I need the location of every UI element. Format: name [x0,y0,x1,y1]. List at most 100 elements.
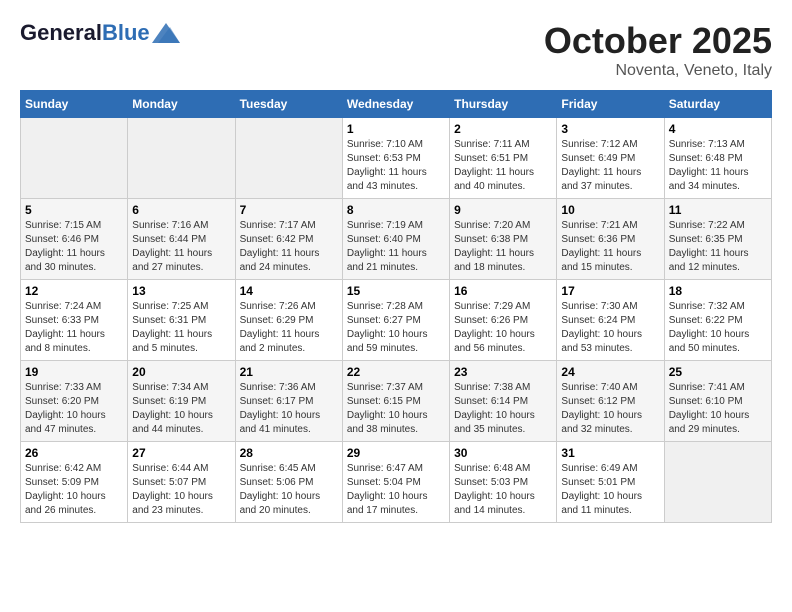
weekday-header: Monday [128,91,235,118]
calendar-cell [235,118,342,199]
day-info: Sunrise: 7:29 AM Sunset: 6:26 PM Dayligh… [454,300,552,356]
calendar-cell: 18Sunrise: 7:32 AM Sunset: 6:22 PM Dayli… [664,280,771,361]
calendar-cell: 26Sunrise: 6:42 AM Sunset: 5:09 PM Dayli… [21,442,128,523]
day-info: Sunrise: 6:45 AM Sunset: 5:06 PM Dayligh… [240,462,338,518]
weekday-header: Saturday [664,91,771,118]
calendar-table: SundayMondayTuesdayWednesdayThursdayFrid… [20,90,772,523]
calendar-cell: 16 Sunrise: 7:29 AM Sunset: 6:26 PM Dayli… [450,280,557,361]
calendar-cell: 2Sunrise: 7:11 AM Sunset: 6:51 PM Daylig… [450,118,557,199]
day-number: 8 [347,203,445,217]
day-info: Sunrise: 7:11 AM Sunset: 6:51 PM Dayligh… [454,138,552,194]
logo-icon [152,23,180,43]
day-info: Sunrise: 7:20 AM Sunset: 6:38 PM Dayligh… [454,219,552,275]
day-number: 10 [561,203,659,217]
calendar-cell: 6 Sunrise: 7:16 AM Sunset: 6:44 PM Daylig… [128,199,235,280]
day-info: Sunrise: 7:37 AM Sunset: 6:15 PM Dayligh… [347,381,445,437]
day-number: 26 [25,446,123,460]
day-number: 11 [669,203,767,217]
day-number: 15 [347,284,445,298]
day-info: Sunrise: 7:28 AM Sunset: 6:27 PM Dayligh… [347,300,445,356]
day-info: Sunrise: 7:25 AM Sunset: 6:31 PM Dayligh… [132,300,230,356]
day-number: 1 [347,122,445,136]
calendar-week-row: 26Sunrise: 6:42 AM Sunset: 5:09 PM Dayli… [21,442,772,523]
calendar-week-row: 1 Sunrise: 7:10 AM Sunset: 6:53 PM Daylig… [21,118,772,199]
day-number: 16 [454,284,552,298]
day-number: 21 [240,365,338,379]
calendar-cell [21,118,128,199]
day-number: 4 [669,122,767,136]
logo-general: General [20,20,102,46]
day-info: Sunrise: 7:17 AM Sunset: 6:42 PM Dayligh… [240,219,338,275]
day-info: Sunrise: 7:34 AM Sunset: 6:19 PM Dayligh… [132,381,230,437]
page-header: General Blue October 2025 Noventa, Venet… [20,20,772,80]
logo: General Blue [20,20,180,46]
calendar-cell [128,118,235,199]
calendar-cell: 13Sunrise: 7:25 AM Sunset: 6:31 PM Dayli… [128,280,235,361]
calendar-cell: 27Sunrise: 6:44 AM Sunset: 5:07 PM Dayli… [128,442,235,523]
day-info: Sunrise: 7:24 AM Sunset: 6:33 PM Dayligh… [25,300,123,356]
weekday-header-row: SundayMondayTuesdayWednesdayThursdayFrid… [21,91,772,118]
day-info: Sunrise: 7:19 AM Sunset: 6:40 PM Dayligh… [347,219,445,275]
calendar-cell: 23 Sunrise: 7:38 AM Sunset: 6:14 PM Dayli… [450,361,557,442]
day-number: 18 [669,284,767,298]
day-info: Sunrise: 7:40 AM Sunset: 6:12 PM Dayligh… [561,381,659,437]
location: Noventa, Veneto, Italy [544,62,772,80]
calendar-cell: 25 Sunrise: 7:41 AM Sunset: 6:10 PM Dayli… [664,361,771,442]
day-number: 17 [561,284,659,298]
calendar-cell: 7 Sunrise: 7:17 AM Sunset: 6:42 PM Daylig… [235,199,342,280]
day-number: 22 [347,365,445,379]
calendar-cell: 1 Sunrise: 7:10 AM Sunset: 6:53 PM Daylig… [342,118,449,199]
calendar-cell: 31Sunrise: 6:49 AM Sunset: 5:01 PM Dayli… [557,442,664,523]
day-info: Sunrise: 7:10 AM Sunset: 6:53 PM Dayligh… [347,138,445,194]
day-number: 24 [561,365,659,379]
calendar-cell: 29 Sunrise: 6:47 AM Sunset: 5:04 PM Dayli… [342,442,449,523]
day-number: 9 [454,203,552,217]
weekday-header: Thursday [450,91,557,118]
calendar-cell: 22 Sunrise: 7:37 AM Sunset: 6:15 PM Dayli… [342,361,449,442]
day-info: Sunrise: 7:15 AM Sunset: 6:46 PM Dayligh… [25,219,123,275]
day-number: 30 [454,446,552,460]
day-info: Sunrise: 7:41 AM Sunset: 6:10 PM Dayligh… [669,381,767,437]
day-info: Sunrise: 7:16 AM Sunset: 6:44 PM Dayligh… [132,219,230,275]
logo-blue: Blue [102,20,150,46]
weekday-header: Friday [557,91,664,118]
day-info: Sunrise: 7:22 AM Sunset: 6:35 PM Dayligh… [669,219,767,275]
calendar-week-row: 12 Sunrise: 7:24 AM Sunset: 6:33 PM Dayli… [21,280,772,361]
calendar-cell: 15 Sunrise: 7:28 AM Sunset: 6:27 PM Dayli… [342,280,449,361]
weekday-header: Sunday [21,91,128,118]
day-info: Sunrise: 7:21 AM Sunset: 6:36 PM Dayligh… [561,219,659,275]
day-number: 23 [454,365,552,379]
calendar-cell: 17 Sunrise: 7:30 AM Sunset: 6:24 PM Dayli… [557,280,664,361]
day-number: 7 [240,203,338,217]
month-title: October 2025 [544,20,772,62]
day-info: Sunrise: 6:47 AM Sunset: 5:04 PM Dayligh… [347,462,445,518]
day-number: 6 [132,203,230,217]
calendar-cell: 12 Sunrise: 7:24 AM Sunset: 6:33 PM Dayli… [21,280,128,361]
calendar-cell [664,442,771,523]
day-info: Sunrise: 7:13 AM Sunset: 6:48 PM Dayligh… [669,138,767,194]
day-info: Sunrise: 7:36 AM Sunset: 6:17 PM Dayligh… [240,381,338,437]
day-info: Sunrise: 6:48 AM Sunset: 5:03 PM Dayligh… [454,462,552,518]
day-info: Sunrise: 6:49 AM Sunset: 5:01 PM Dayligh… [561,462,659,518]
day-number: 27 [132,446,230,460]
day-number: 19 [25,365,123,379]
calendar-cell: 24 Sunrise: 7:40 AM Sunset: 6:12 PM Dayli… [557,361,664,442]
day-number: 5 [25,203,123,217]
day-info: Sunrise: 7:30 AM Sunset: 6:24 PM Dayligh… [561,300,659,356]
weekday-header: Tuesday [235,91,342,118]
calendar-cell: 14Sunrise: 7:26 AM Sunset: 6:29 PM Dayli… [235,280,342,361]
weekday-header: Wednesday [342,91,449,118]
calendar-cell: 30 Sunrise: 6:48 AM Sunset: 5:03 PM Dayli… [450,442,557,523]
day-info: Sunrise: 7:12 AM Sunset: 6:49 PM Dayligh… [561,138,659,194]
day-number: 12 [25,284,123,298]
day-info: Sunrise: 7:26 AM Sunset: 6:29 PM Dayligh… [240,300,338,356]
calendar-cell: 19Sunrise: 7:33 AM Sunset: 6:20 PM Dayli… [21,361,128,442]
calendar-cell: 4 Sunrise: 7:13 AM Sunset: 6:48 PM Daylig… [664,118,771,199]
calendar-cell: 9 Sunrise: 7:20 AM Sunset: 6:38 PM Daylig… [450,199,557,280]
day-number: 25 [669,365,767,379]
calendar-week-row: 5 Sunrise: 7:15 AM Sunset: 6:46 PM Daylig… [21,199,772,280]
day-info: Sunrise: 7:38 AM Sunset: 6:14 PM Dayligh… [454,381,552,437]
calendar-cell: 8 Sunrise: 7:19 AM Sunset: 6:40 PM Daylig… [342,199,449,280]
day-number: 29 [347,446,445,460]
calendar-cell: 11 Sunrise: 7:22 AM Sunset: 6:35 PM Dayli… [664,199,771,280]
